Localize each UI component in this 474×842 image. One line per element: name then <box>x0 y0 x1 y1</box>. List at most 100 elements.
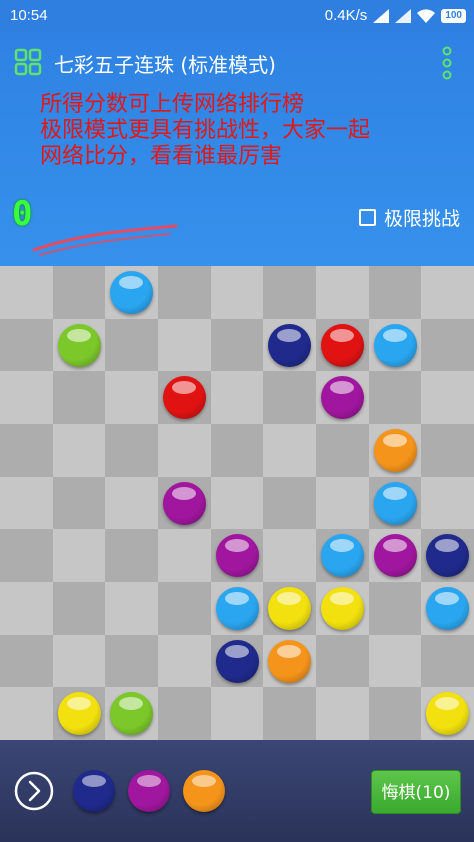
board-cell[interactable] <box>210 318 264 372</box>
board-cell[interactable] <box>368 371 422 424</box>
board-cell[interactable] <box>315 423 369 477</box>
board-cell[interactable] <box>421 423 474 477</box>
board-cell[interactable] <box>263 266 316 319</box>
board-cell[interactable] <box>157 529 211 582</box>
board-cell[interactable] <box>210 371 264 424</box>
blue-ball[interactable] <box>426 586 470 630</box>
board-cell[interactable] <box>368 687 422 740</box>
board-cell[interactable] <box>368 318 422 372</box>
undo-button[interactable]: 悔棋(10) <box>371 770 461 814</box>
board-cell[interactable] <box>210 266 264 319</box>
green-ball[interactable] <box>57 323 101 367</box>
board-cell[interactable] <box>52 529 106 582</box>
yellow-ball[interactable] <box>268 586 312 630</box>
blue-ball[interactable] <box>215 586 259 630</box>
board-cell[interactable] <box>0 266 53 319</box>
board-cell[interactable] <box>157 423 211 477</box>
yellow-ball[interactable] <box>320 586 364 630</box>
board-cell[interactable] <box>368 266 422 319</box>
blue-ball[interactable] <box>110 271 154 314</box>
board-cell[interactable] <box>210 687 264 740</box>
board-cell[interactable] <box>421 687 474 740</box>
board-cell[interactable] <box>315 687 369 740</box>
yellow-ball[interactable] <box>57 692 101 736</box>
board-cell[interactable] <box>52 423 106 477</box>
board-cell[interactable] <box>368 634 422 688</box>
board-cell[interactable] <box>210 529 264 582</box>
board-cell[interactable] <box>105 476 158 530</box>
board-cell[interactable] <box>315 371 369 424</box>
board-cell[interactable] <box>315 634 369 688</box>
board-cell[interactable] <box>421 318 474 372</box>
board-cell[interactable] <box>263 423 316 477</box>
board-cell[interactable] <box>157 634 211 688</box>
purple-ball[interactable] <box>162 481 206 525</box>
blue-ball[interactable] <box>373 323 417 367</box>
board-cell[interactable] <box>52 266 106 319</box>
red-ball[interactable] <box>162 376 206 420</box>
navy-ball[interactable] <box>268 323 312 367</box>
board-cell[interactable] <box>315 318 369 372</box>
board-cell[interactable] <box>421 581 474 635</box>
board-cell[interactable] <box>157 687 211 740</box>
board-cell[interactable] <box>105 266 158 319</box>
board-cell[interactable] <box>368 476 422 530</box>
board-cell[interactable] <box>52 687 106 740</box>
board-cell[interactable] <box>368 529 422 582</box>
board-cell[interactable] <box>52 318 106 372</box>
board-cell[interactable] <box>263 687 316 740</box>
board-cell[interactable] <box>105 634 158 688</box>
board-cell[interactable] <box>210 476 264 530</box>
board-cell[interactable] <box>368 423 422 477</box>
board-cell[interactable] <box>52 371 106 424</box>
extreme-mode-toggle[interactable]: 极限挑战 <box>358 204 460 231</box>
board-cell[interactable] <box>157 266 211 319</box>
board-cell[interactable] <box>105 318 158 372</box>
board-cell[interactable] <box>210 581 264 635</box>
board-cell[interactable] <box>421 371 474 424</box>
board-cell[interactable] <box>263 318 316 372</box>
navy-ball[interactable] <box>426 534 470 578</box>
board-cell[interactable] <box>0 371 53 424</box>
orange-ball[interactable] <box>268 639 312 683</box>
board-cell[interactable] <box>157 476 211 530</box>
board-cell[interactable] <box>263 476 316 530</box>
board-cell[interactable] <box>105 687 158 740</box>
board-cell[interactable] <box>157 581 211 635</box>
board-cell[interactable] <box>315 476 369 530</box>
extreme-mode-checkbox[interactable] <box>358 209 376 226</box>
board-cell[interactable] <box>105 423 158 477</box>
board-cell[interactable] <box>368 581 422 635</box>
orange-ball[interactable] <box>373 428 417 472</box>
board-cell[interactable] <box>52 581 106 635</box>
board-cell[interactable] <box>0 634 53 688</box>
apps-grid-icon[interactable] <box>14 48 42 76</box>
board-cell[interactable] <box>105 529 158 582</box>
board-cell[interactable] <box>263 371 316 424</box>
navy-ball[interactable] <box>215 639 259 683</box>
board-cell[interactable] <box>421 476 474 530</box>
red-ball[interactable] <box>320 323 364 367</box>
board-cell[interactable] <box>315 529 369 582</box>
purple-ball[interactable] <box>320 376 364 420</box>
board-cell[interactable] <box>0 529 53 582</box>
next-arrow-icon[interactable] <box>14 771 54 811</box>
board-cell[interactable] <box>52 634 106 688</box>
purple-ball[interactable] <box>373 534 417 578</box>
board-cell[interactable] <box>421 634 474 688</box>
board-cell[interactable] <box>157 318 211 372</box>
board-cell[interactable] <box>0 687 53 740</box>
board-cell[interactable] <box>0 581 53 635</box>
more-options-icon[interactable] <box>442 46 452 80</box>
board-cell[interactable] <box>263 581 316 635</box>
blue-ball[interactable] <box>320 534 364 578</box>
board-cell[interactable] <box>0 318 53 372</box>
board-cell[interactable] <box>0 476 53 530</box>
blue-ball[interactable] <box>373 481 417 525</box>
yellow-ball[interactable] <box>426 692 470 736</box>
green-ball[interactable] <box>110 692 154 736</box>
board-cell[interactable] <box>105 581 158 635</box>
board-cell[interactable] <box>315 581 369 635</box>
board-cell[interactable] <box>105 371 158 424</box>
board-cell[interactable] <box>421 266 474 319</box>
